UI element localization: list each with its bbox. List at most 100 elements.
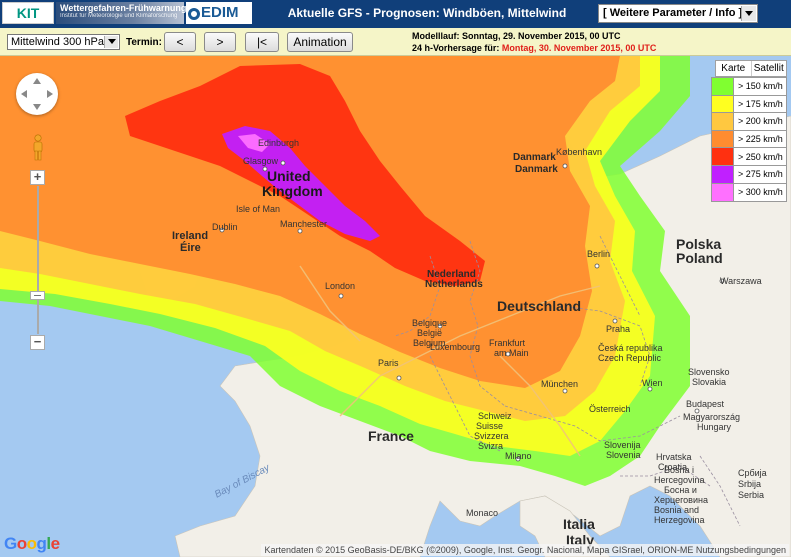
label-slovenija: Slovenija — [604, 440, 641, 450]
label-hercegovina-cyrillic: Херцеговина — [654, 495, 708, 505]
zoom-out-button[interactable]: − — [30, 335, 45, 350]
pegman-icon[interactable] — [31, 134, 45, 162]
label-paris: Paris — [378, 358, 399, 368]
label-hercegovina: Hercegovina — [654, 475, 705, 485]
pan-left-icon[interactable] — [21, 90, 27, 98]
label-poland: Poland — [676, 250, 723, 266]
pan-down-icon[interactable] — [33, 104, 41, 110]
label-schweiz: Schweiz — [478, 411, 512, 421]
label-isle-of-man: Isle of Man — [236, 204, 281, 214]
label-bosnia: Bosnia and — [654, 505, 700, 515]
level-select[interactable]: Mittelwind 300 hPa — [7, 34, 120, 50]
label-deutschland: Deutschland — [497, 298, 582, 314]
google-logo-letter: o — [26, 534, 37, 553]
parameter-select[interactable]: [ Weitere Parameter / Info ] — [598, 4, 758, 23]
label-luxembourg: Luxembourg — [430, 342, 481, 352]
label-eire: Éire — [180, 242, 201, 254]
pan-up-icon[interactable] — [33, 78, 41, 84]
label-praha: Praha — [606, 324, 631, 334]
first-button[interactable]: |< — [245, 32, 279, 52]
label-edinburgh: Edinburgh — [258, 138, 300, 148]
level-select-value: Mittelwind 300 hPa — [11, 36, 104, 48]
label-france: France — [368, 428, 414, 444]
wind-legend: > 150 km/h > 175 km/h > 200 km/h > 225 km/h… — [711, 77, 787, 203]
legend-swatch — [712, 183, 734, 202]
toolbar: Mittelwind 300 hPa Termin: < > |< Animat… — [0, 28, 791, 56]
animation-button[interactable]: Animation — [287, 32, 353, 52]
map-canvas[interactable]: Edinburgh Glasgow United Kingdom Isle of… — [0, 56, 791, 557]
label-am-main: am Main — [494, 348, 529, 358]
label-frankfurt: Frankfurt — [489, 338, 526, 348]
wettergefahren-banner[interactable]: Wettergefahren-Frühwarnung Institut für … — [56, 2, 186, 24]
label-hrvatska: Hrvatska — [656, 452, 692, 462]
label-ireland: Ireland — [172, 230, 209, 242]
label-united: United — [267, 168, 311, 184]
legend-row: > 200 km/h — [712, 113, 786, 131]
legend-label: > 150 km/h — [738, 81, 783, 92]
legend-swatch — [712, 113, 734, 130]
label-netherlands: Netherlands — [425, 279, 483, 290]
legend-label: > 300 km/h — [738, 187, 783, 198]
modelllauf-text: Modelllauf: Sonntag, 29. November 2015, … — [412, 31, 621, 41]
wfw-subtitle: Institut für Meteorologie und Klimaforsc… — [60, 13, 178, 19]
label-berlin: Berlin — [587, 249, 611, 259]
label-srbija: Srbija — [738, 479, 762, 489]
label-suisse: Suisse — [476, 421, 504, 431]
label-london: London — [325, 281, 356, 291]
legend-swatch — [712, 95, 734, 113]
label-slovensko: Slovensko — [688, 367, 730, 377]
zoom-in-button[interactable]: + — [30, 170, 45, 185]
label-danmark-2: Danmark — [515, 164, 558, 175]
label-magyarorszag: Magyarország — [683, 412, 741, 422]
label-dublin: Dublin — [212, 222, 238, 232]
google-logo-letter: g — [36, 534, 47, 553]
label-belgie: België — [417, 328, 443, 338]
label-wien: Wien — [642, 378, 663, 388]
google-logo-letter: o — [16, 534, 27, 553]
cedim-logo[interactable]: EDIM — [186, 2, 252, 24]
legend-label: > 275 km/h — [738, 169, 783, 180]
legend-label: > 250 km/h — [738, 151, 783, 162]
label-osterreich: Österreich — [589, 404, 631, 414]
legend-row: > 175 km/h — [712, 95, 786, 114]
label-milano: Milano — [505, 451, 532, 461]
legend-label: > 200 km/h — [738, 116, 783, 127]
legend-swatch — [712, 78, 734, 95]
legend-swatch — [712, 148, 734, 165]
prev-button[interactable]: < — [164, 32, 196, 52]
legend-row: > 250 km/h — [712, 148, 786, 166]
pan-right-icon[interactable] — [47, 90, 53, 98]
label-bosna: Bosna i — [664, 465, 695, 475]
label-glasgow: Glasgow — [243, 156, 279, 166]
label-bosna-cyrillic: Босна и — [664, 485, 697, 495]
label-svizzera: Svizzera — [474, 431, 509, 441]
legend-row: > 275 km/h — [712, 165, 786, 184]
page-title: Aktuelle GFS - Prognosen: Windböen, Mitt… — [287, 6, 567, 20]
chevron-down-icon — [741, 6, 756, 21]
pan-control[interactable] — [16, 73, 58, 115]
legend-swatch — [712, 130, 734, 148]
termin-label: Termin: — [126, 37, 162, 48]
label-ceska: Česká republika — [598, 343, 663, 353]
label-kingdom: Kingdom — [262, 183, 323, 199]
next-button[interactable]: > — [204, 32, 236, 52]
label-munchen: München — [541, 379, 579, 389]
map-type-toggle: Karte Satellit — [715, 60, 787, 77]
map-type-karte[interactable]: Karte — [716, 61, 752, 76]
legend-swatch — [712, 165, 734, 183]
forecast-text: 24 h-Vorhersage für: Montag, 30. Novembe… — [412, 43, 656, 53]
header-bar: KIT Wettergefahren-Frühwarnung Institut … — [0, 0, 791, 28]
label-hungary: Hungary — [697, 422, 732, 432]
label-warszawa: Warszawa — [720, 276, 762, 286]
label-herzegovina: Herzegovina — [654, 515, 705, 525]
google-logo[interactable]: Google — [4, 534, 60, 554]
cedim-ring-icon — [188, 8, 200, 20]
cedim-logo-text: EDIM — [201, 4, 239, 21]
map-type-satellit[interactable]: Satellit — [752, 61, 787, 76]
label-manchester: Manchester — [280, 219, 328, 229]
zoom-slider-handle[interactable] — [30, 291, 45, 300]
label-monaco: Monaco — [466, 508, 499, 518]
kit-logo[interactable]: KIT — [2, 2, 54, 24]
zoom-slider-track[interactable] — [37, 186, 39, 334]
map-attribution[interactable]: Kartendaten © 2015 GeoBasis-DE/BKG (©200… — [261, 544, 789, 556]
